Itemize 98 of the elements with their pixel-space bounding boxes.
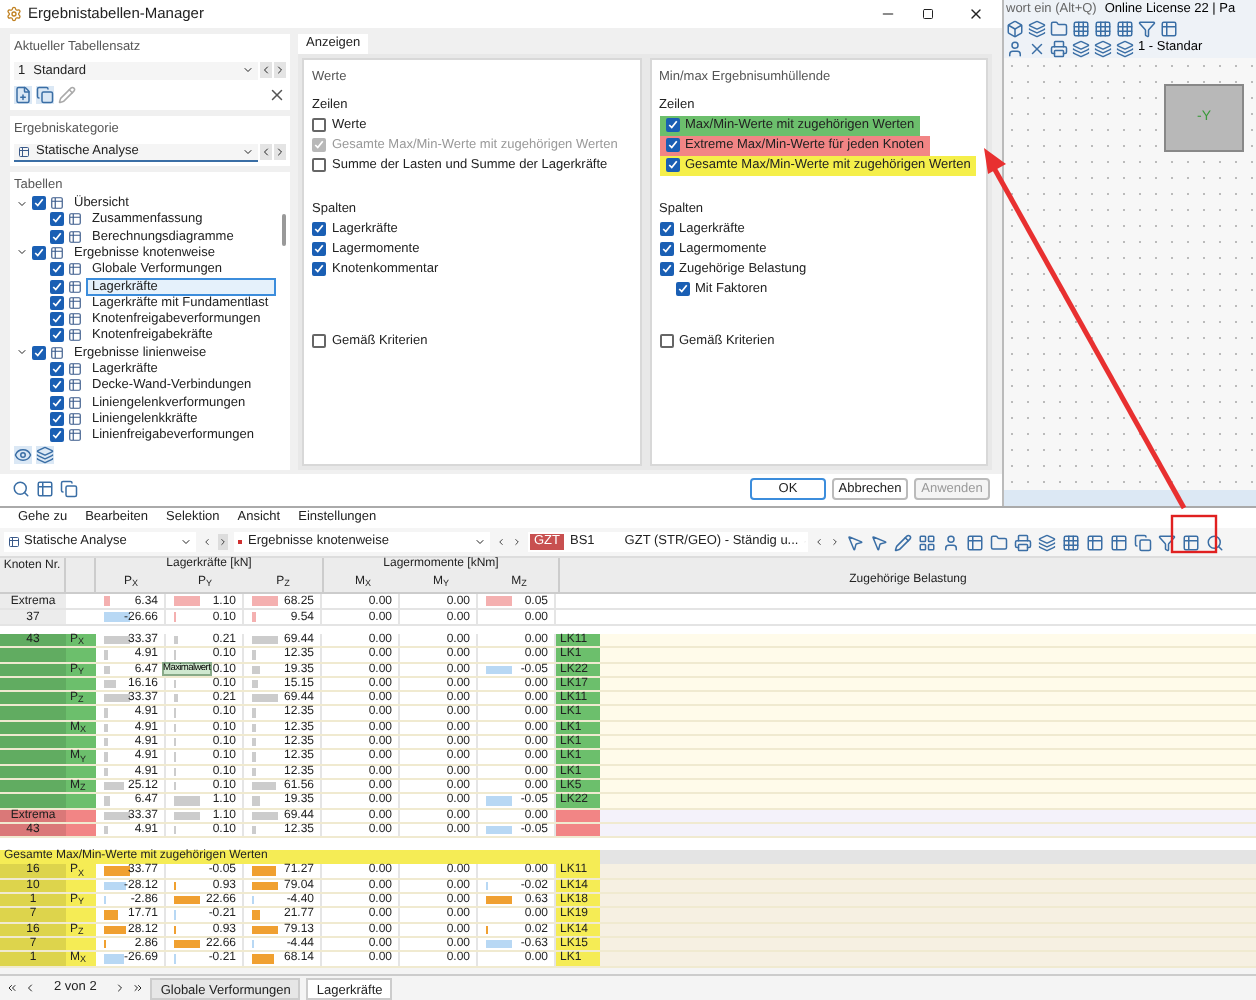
- toolbar-icon[interactable]: [1028, 39, 1046, 57]
- type-cell: [66, 706, 96, 720]
- table-icon: [50, 196, 64, 211]
- scrollbar[interactable]: [282, 214, 286, 247]
- checkbox[interactable]: [50, 395, 64, 410]
- checkbox[interactable]: [312, 221, 326, 236]
- toolbar-icon[interactable]: [894, 533, 912, 551]
- toolbar-icon[interactable]: [1050, 39, 1068, 57]
- checkbox[interactable]: [50, 262, 64, 277]
- copy-icon[interactable]: [36, 85, 54, 104]
- checkbox[interactable]: [50, 428, 64, 443]
- checkbox[interactable]: [665, 118, 679, 133]
- table-icon: [18, 145, 30, 158]
- previous-icon[interactable]: [814, 534, 824, 550]
- next-icon[interactable]: [512, 534, 522, 550]
- checkbox[interactable]: [659, 333, 673, 348]
- previous-icon[interactable]: [260, 144, 272, 161]
- checkbox[interactable]: [659, 261, 673, 276]
- checkbox[interactable]: [50, 328, 64, 343]
- previous-icon[interactable]: [24, 982, 36, 994]
- checkbox[interactable]: [659, 241, 673, 256]
- table-icon[interactable]: [1182, 533, 1200, 551]
- checkbox[interactable]: [50, 279, 64, 294]
- first-page-icon[interactable]: [6, 982, 18, 994]
- close-icon[interactable]: [968, 6, 984, 23]
- caret-icon: [242, 64, 254, 77]
- toolbar-icon[interactable]: [1028, 19, 1046, 37]
- table-icon: [50, 345, 64, 360]
- toolbar-icon[interactable]: [1062, 533, 1080, 551]
- toolbar-icon[interactable]: [1138, 19, 1156, 37]
- next-icon[interactable]: [114, 982, 127, 994]
- caret-icon: [180, 536, 192, 548]
- expander-icon[interactable]: [15, 197, 27, 210]
- new-icon[interactable]: [14, 85, 32, 104]
- toolbar-icon[interactable]: [1116, 39, 1134, 57]
- checkbox[interactable]: [50, 212, 64, 227]
- checkbox[interactable]: [50, 295, 64, 310]
- checkbox[interactable]: [312, 261, 326, 276]
- type-cell: [66, 736, 96, 749]
- toolbar-icon[interactable]: [942, 533, 960, 551]
- toolbar-icon[interactable]: [1134, 533, 1152, 551]
- toolbar-icon[interactable]: [1014, 533, 1032, 551]
- delete-icon[interactable]: [268, 85, 286, 104]
- checkbox[interactable]: [675, 281, 689, 296]
- highlight-frame: [1170, 514, 1218, 554]
- caret-icon: [474, 536, 486, 548]
- toolbar-icon[interactable]: [990, 533, 1008, 551]
- type-cell: [66, 908, 96, 922]
- search-icon[interactable]: [1206, 533, 1224, 551]
- previous-icon[interactable]: [260, 62, 272, 79]
- checkbox[interactable]: [312, 158, 326, 173]
- previous-icon[interactable]: [496, 534, 506, 550]
- next-icon[interactable]: [274, 144, 286, 161]
- toolbar-icon[interactable]: [1086, 533, 1104, 551]
- toolbar-icon[interactable]: [1110, 533, 1128, 551]
- toolbar-icon[interactable]: [1094, 19, 1112, 37]
- next-icon[interactable]: [274, 62, 286, 79]
- toolbar-icon[interactable]: [1094, 39, 1112, 57]
- search-icon[interactable]: [12, 480, 30, 499]
- checkbox[interactable]: [50, 229, 64, 244]
- checkbox[interactable]: [32, 345, 46, 360]
- toolbar-icon[interactable]: [1050, 19, 1068, 37]
- app-icon: [6, 6, 22, 23]
- toolbar-icon[interactable]: [1006, 19, 1024, 37]
- toolbar-icon[interactable]: [966, 533, 984, 551]
- checkbox[interactable]: [659, 221, 673, 236]
- next-icon[interactable]: [830, 534, 840, 550]
- checkbox[interactable]: [50, 312, 64, 327]
- checkbox[interactable]: [665, 138, 679, 153]
- copy-icon[interactable]: [60, 480, 78, 499]
- checkbox[interactable]: [312, 241, 326, 256]
- checkbox[interactable]: [665, 158, 679, 173]
- table-icon: [8, 536, 20, 548]
- table-icon[interactable]: [36, 480, 54, 499]
- toolbar-icon[interactable]: [1160, 19, 1178, 37]
- maximize-icon[interactable]: [922, 8, 934, 21]
- checkbox[interactable]: [312, 118, 326, 133]
- layers-icon[interactable]: [36, 445, 54, 464]
- checkbox[interactable]: [50, 378, 64, 393]
- table-icon: [50, 245, 64, 260]
- toolbar-icon[interactable]: [1072, 19, 1090, 37]
- expander-icon[interactable]: [15, 246, 27, 259]
- caret-icon: [242, 145, 254, 158]
- toolbar-icon[interactable]: [1038, 533, 1056, 551]
- checkbox[interactable]: [32, 196, 46, 211]
- type-cell: [66, 648, 96, 662]
- filter-icon[interactable]: [1158, 533, 1176, 551]
- checkbox[interactable]: [32, 245, 46, 260]
- toolbar-icon[interactable]: [1116, 19, 1134, 37]
- previous-icon[interactable]: [202, 534, 212, 550]
- checkbox[interactable]: [312, 333, 326, 348]
- checkbox[interactable]: [50, 362, 64, 377]
- toolbar-icon[interactable]: [1072, 39, 1090, 57]
- checkbox[interactable]: [50, 411, 64, 426]
- toolbar-icon[interactable]: [1006, 39, 1024, 57]
- toolbar-icon[interactable]: [918, 533, 936, 551]
- next-icon[interactable]: [218, 534, 228, 550]
- expander-icon[interactable]: [15, 346, 27, 359]
